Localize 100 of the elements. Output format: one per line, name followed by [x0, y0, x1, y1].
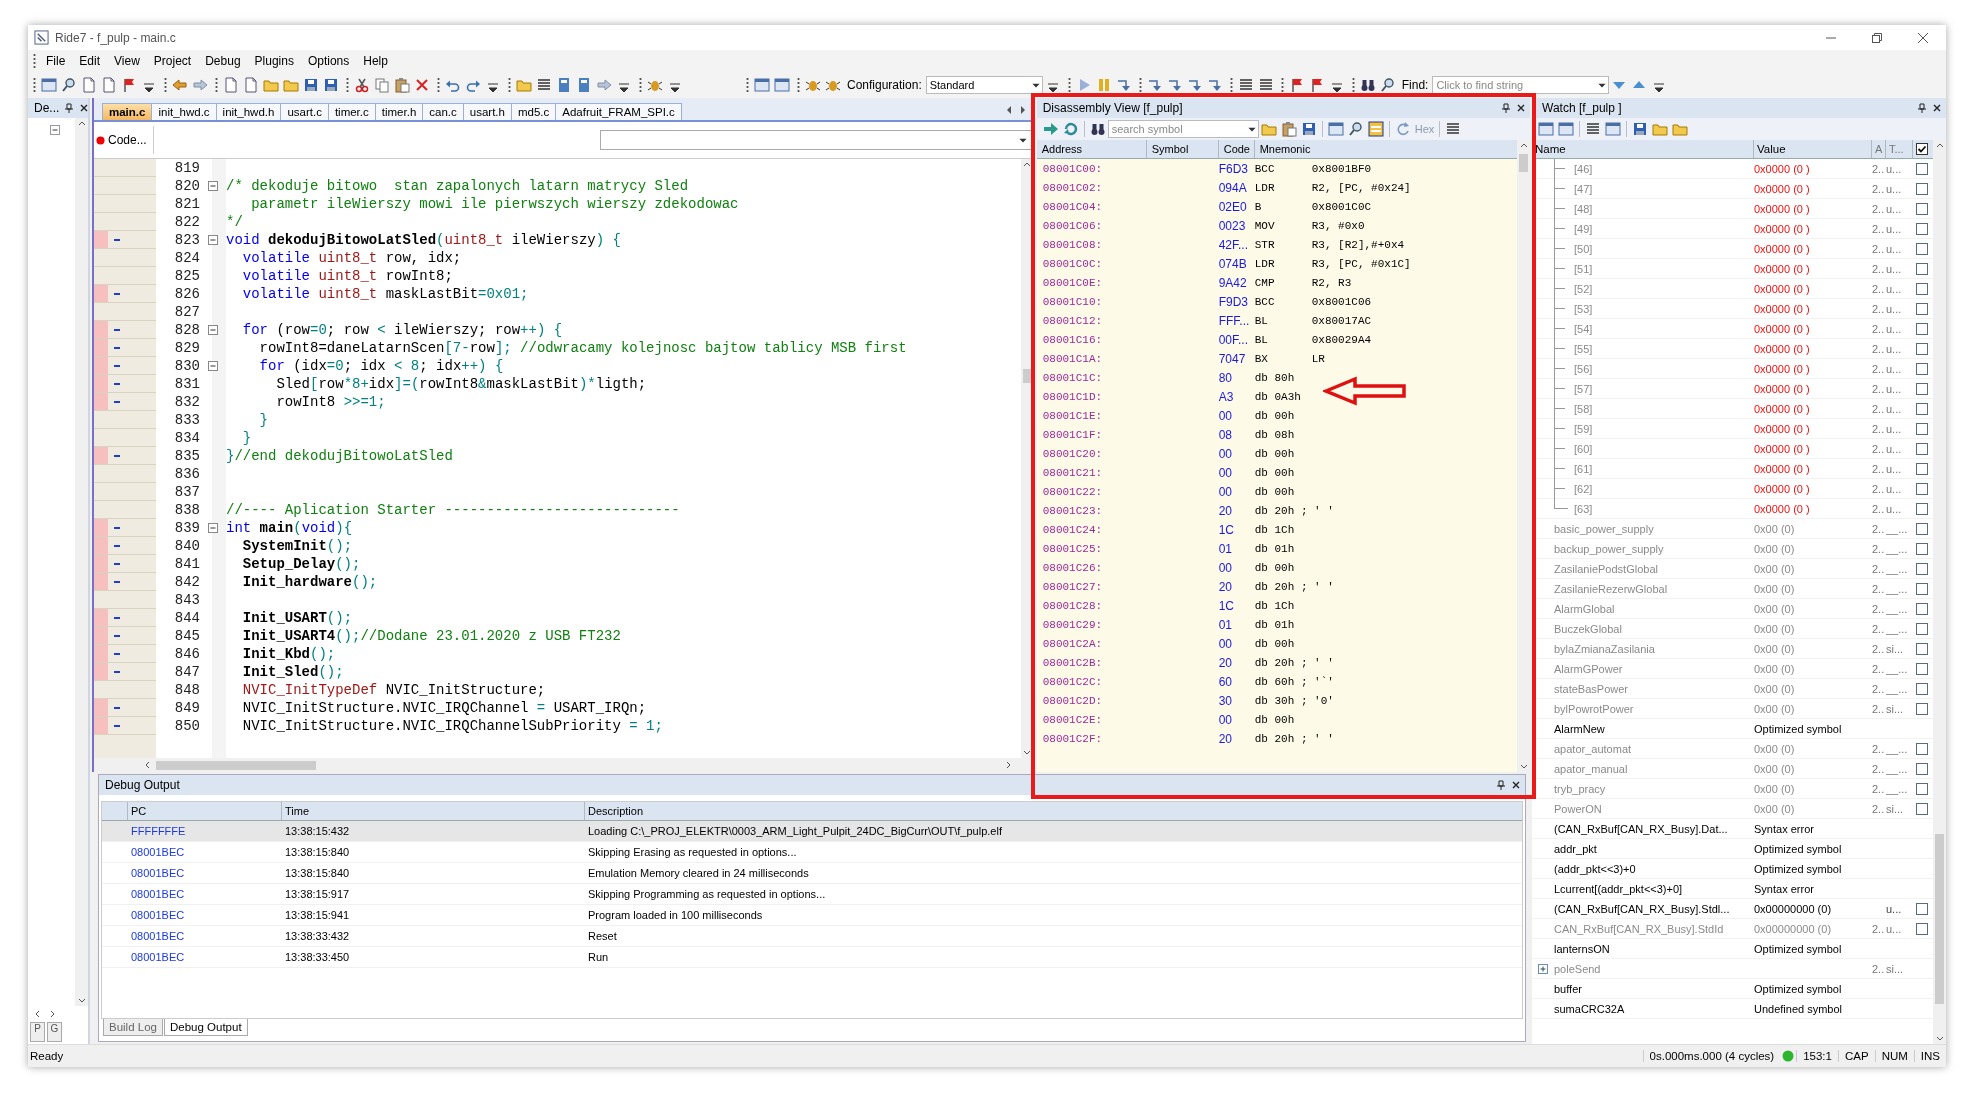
- checkbox[interactable]: [1916, 902, 1928, 915]
- flag-icon[interactable]: [121, 77, 137, 93]
- watch-name[interactable]: [62]: [1574, 482, 1593, 495]
- watch-name[interactable]: poleSend: [1554, 962, 1601, 975]
- checkbox[interactable]: [1916, 202, 1928, 215]
- pin-icon[interactable]: [1501, 103, 1511, 113]
- window-icon[interactable]: [1327, 121, 1344, 137]
- vertical-scrollbar[interactable]: [1933, 140, 1946, 1044]
- menu-item[interactable]: View: [107, 54, 147, 68]
- watch-name[interactable]: [60]: [1574, 442, 1593, 455]
- watch-name[interactable]: sumaCRC32A: [1554, 1002, 1625, 1015]
- gutter-cell[interactable]: [94, 627, 156, 645]
- magnifier-icon[interactable]: [61, 77, 77, 93]
- column-header[interactable]: Code: [1218, 140, 1255, 158]
- file-tab[interactable]: usart.h: [462, 103, 512, 120]
- column-header[interactable]: PC: [127, 802, 281, 820]
- menu-item[interactable]: Help: [356, 54, 395, 68]
- list-icon[interactable]: [1257, 77, 1274, 93]
- output-tab[interactable]: Debug Output: [163, 1019, 248, 1036]
- checkbox[interactable]: [1916, 342, 1928, 355]
- pin-icon[interactable]: [1496, 780, 1506, 790]
- scrollbar-thumb[interactable]: [156, 760, 316, 770]
- folder-icon[interactable]: [283, 77, 299, 93]
- folder-icon[interactable]: [263, 77, 279, 93]
- calculator-icon[interactable]: [556, 77, 572, 93]
- magnifier-icon[interactable]: [1347, 121, 1364, 137]
- gutter-cell[interactable]: [94, 375, 156, 393]
- watch-name[interactable]: [59]: [1574, 422, 1593, 435]
- checkbox[interactable]: [1916, 462, 1928, 475]
- horizontal-scrollbar[interactable]: [94, 758, 1034, 772]
- file-tab[interactable]: usart.c: [280, 103, 329, 120]
- binoculars-icon[interactable]: [1359, 77, 1376, 93]
- folder-icon[interactable]: [1652, 121, 1668, 137]
- gutter-cell[interactable]: [94, 537, 156, 555]
- expand-icon[interactable]: [1538, 963, 1548, 974]
- fold-icon[interactable]: [208, 325, 218, 335]
- window-icon[interactable]: [1605, 121, 1621, 137]
- gutter-cell[interactable]: [94, 285, 156, 303]
- highlight-icon[interactable]: [1367, 121, 1384, 137]
- watch-name[interactable]: [54]: [1574, 322, 1593, 335]
- gutter-cell[interactable]: [94, 231, 156, 249]
- scrollbar-thumb[interactable]: [1935, 834, 1944, 1004]
- watch-name[interactable]: addr_pkt: [1554, 842, 1597, 855]
- column-header[interactable]: A: [1872, 140, 1886, 158]
- fold-icon[interactable]: [208, 523, 218, 533]
- step-icon[interactable]: [1166, 77, 1183, 93]
- output-tab[interactable]: Build Log: [103, 1019, 163, 1036]
- checkbox[interactable]: [1916, 482, 1928, 495]
- column-header[interactable]: Description: [584, 802, 1522, 820]
- log-row[interactable]: 08001BEC 13:38:15:917 Skipping Programming as requested in options...: [102, 884, 1522, 905]
- vertical-scrollbar[interactable]: [75, 118, 88, 1006]
- gutter-cell[interactable]: [94, 699, 156, 717]
- menu-item[interactable]: Debug: [198, 54, 248, 68]
- checkbox[interactable]: [1916, 382, 1928, 395]
- document-icon[interactable]: [223, 77, 239, 93]
- gutter-cell[interactable]: [94, 573, 156, 591]
- step-icon[interactable]: [1186, 77, 1203, 93]
- watch-name[interactable]: [57]: [1574, 382, 1593, 395]
- watch-name[interactable]: [63]: [1574, 502, 1593, 515]
- collapse-icon[interactable]: [50, 125, 60, 135]
- gutter-cell[interactable]: [94, 645, 156, 663]
- window-icon[interactable]: [41, 77, 57, 93]
- calculator-icon[interactable]: [576, 77, 592, 93]
- log-row[interactable]: 08001BEC 13:38:33:432 Reset: [102, 926, 1522, 947]
- gutter-cell[interactable]: [94, 339, 156, 357]
- left-arrow-icon[interactable]: [172, 77, 188, 93]
- binoculars-icon[interactable]: [1089, 121, 1106, 137]
- scrollbar-thumb[interactable]: [1022, 369, 1032, 383]
- menu-item[interactable]: Options: [300, 54, 357, 68]
- close-icon[interactable]: [1516, 103, 1526, 113]
- watch-name[interactable]: (CAN_RxBuf[CAN_RX_Busy].Dat...: [1554, 822, 1728, 835]
- scissors-icon[interactable]: [354, 77, 370, 93]
- menu-item[interactable]: Project: [146, 54, 199, 68]
- watch-name[interactable]: Lcurrent[(addr_pkt<<3)+0]: [1554, 882, 1683, 895]
- watch-name[interactable]: [61]: [1574, 462, 1593, 475]
- document-icon[interactable]: [243, 77, 259, 93]
- gutter-cell[interactable]: [94, 321, 156, 339]
- checkbox[interactable]: [1916, 302, 1928, 315]
- file-tab[interactable]: Adafruit_FRAM_SPI.c: [555, 103, 682, 120]
- menu-item[interactable]: File: [39, 54, 73, 68]
- header-checkbox[interactable]: [1916, 143, 1928, 155]
- list-icon[interactable]: [1237, 77, 1254, 93]
- watch-name[interactable]: [46]: [1574, 162, 1593, 175]
- column-header[interactable]: Time: [281, 802, 584, 820]
- menu-item[interactable]: Plugins: [247, 54, 301, 68]
- column-header[interactable]: Name: [1532, 140, 1754, 158]
- watch-name[interactable]: [49]: [1574, 222, 1593, 235]
- cross-icon[interactable]: [414, 77, 430, 93]
- document-icon[interactable]: [101, 77, 117, 93]
- gutter-cell[interactable]: [94, 519, 156, 537]
- close-icon[interactable]: [79, 103, 90, 113]
- watch-name[interactable]: lanternsON: [1554, 942, 1610, 955]
- file-tab[interactable]: md5.c: [510, 103, 557, 120]
- column-header[interactable]: Mnemonic: [1254, 140, 1517, 158]
- gutter-cell[interactable]: [94, 393, 156, 411]
- checkbox[interactable]: [1916, 282, 1928, 295]
- folder-icon[interactable]: [1672, 121, 1688, 137]
- checkbox[interactable]: [1916, 322, 1928, 335]
- fold-icon[interactable]: [208, 361, 218, 371]
- watch-name[interactable]: [51]: [1574, 262, 1593, 275]
